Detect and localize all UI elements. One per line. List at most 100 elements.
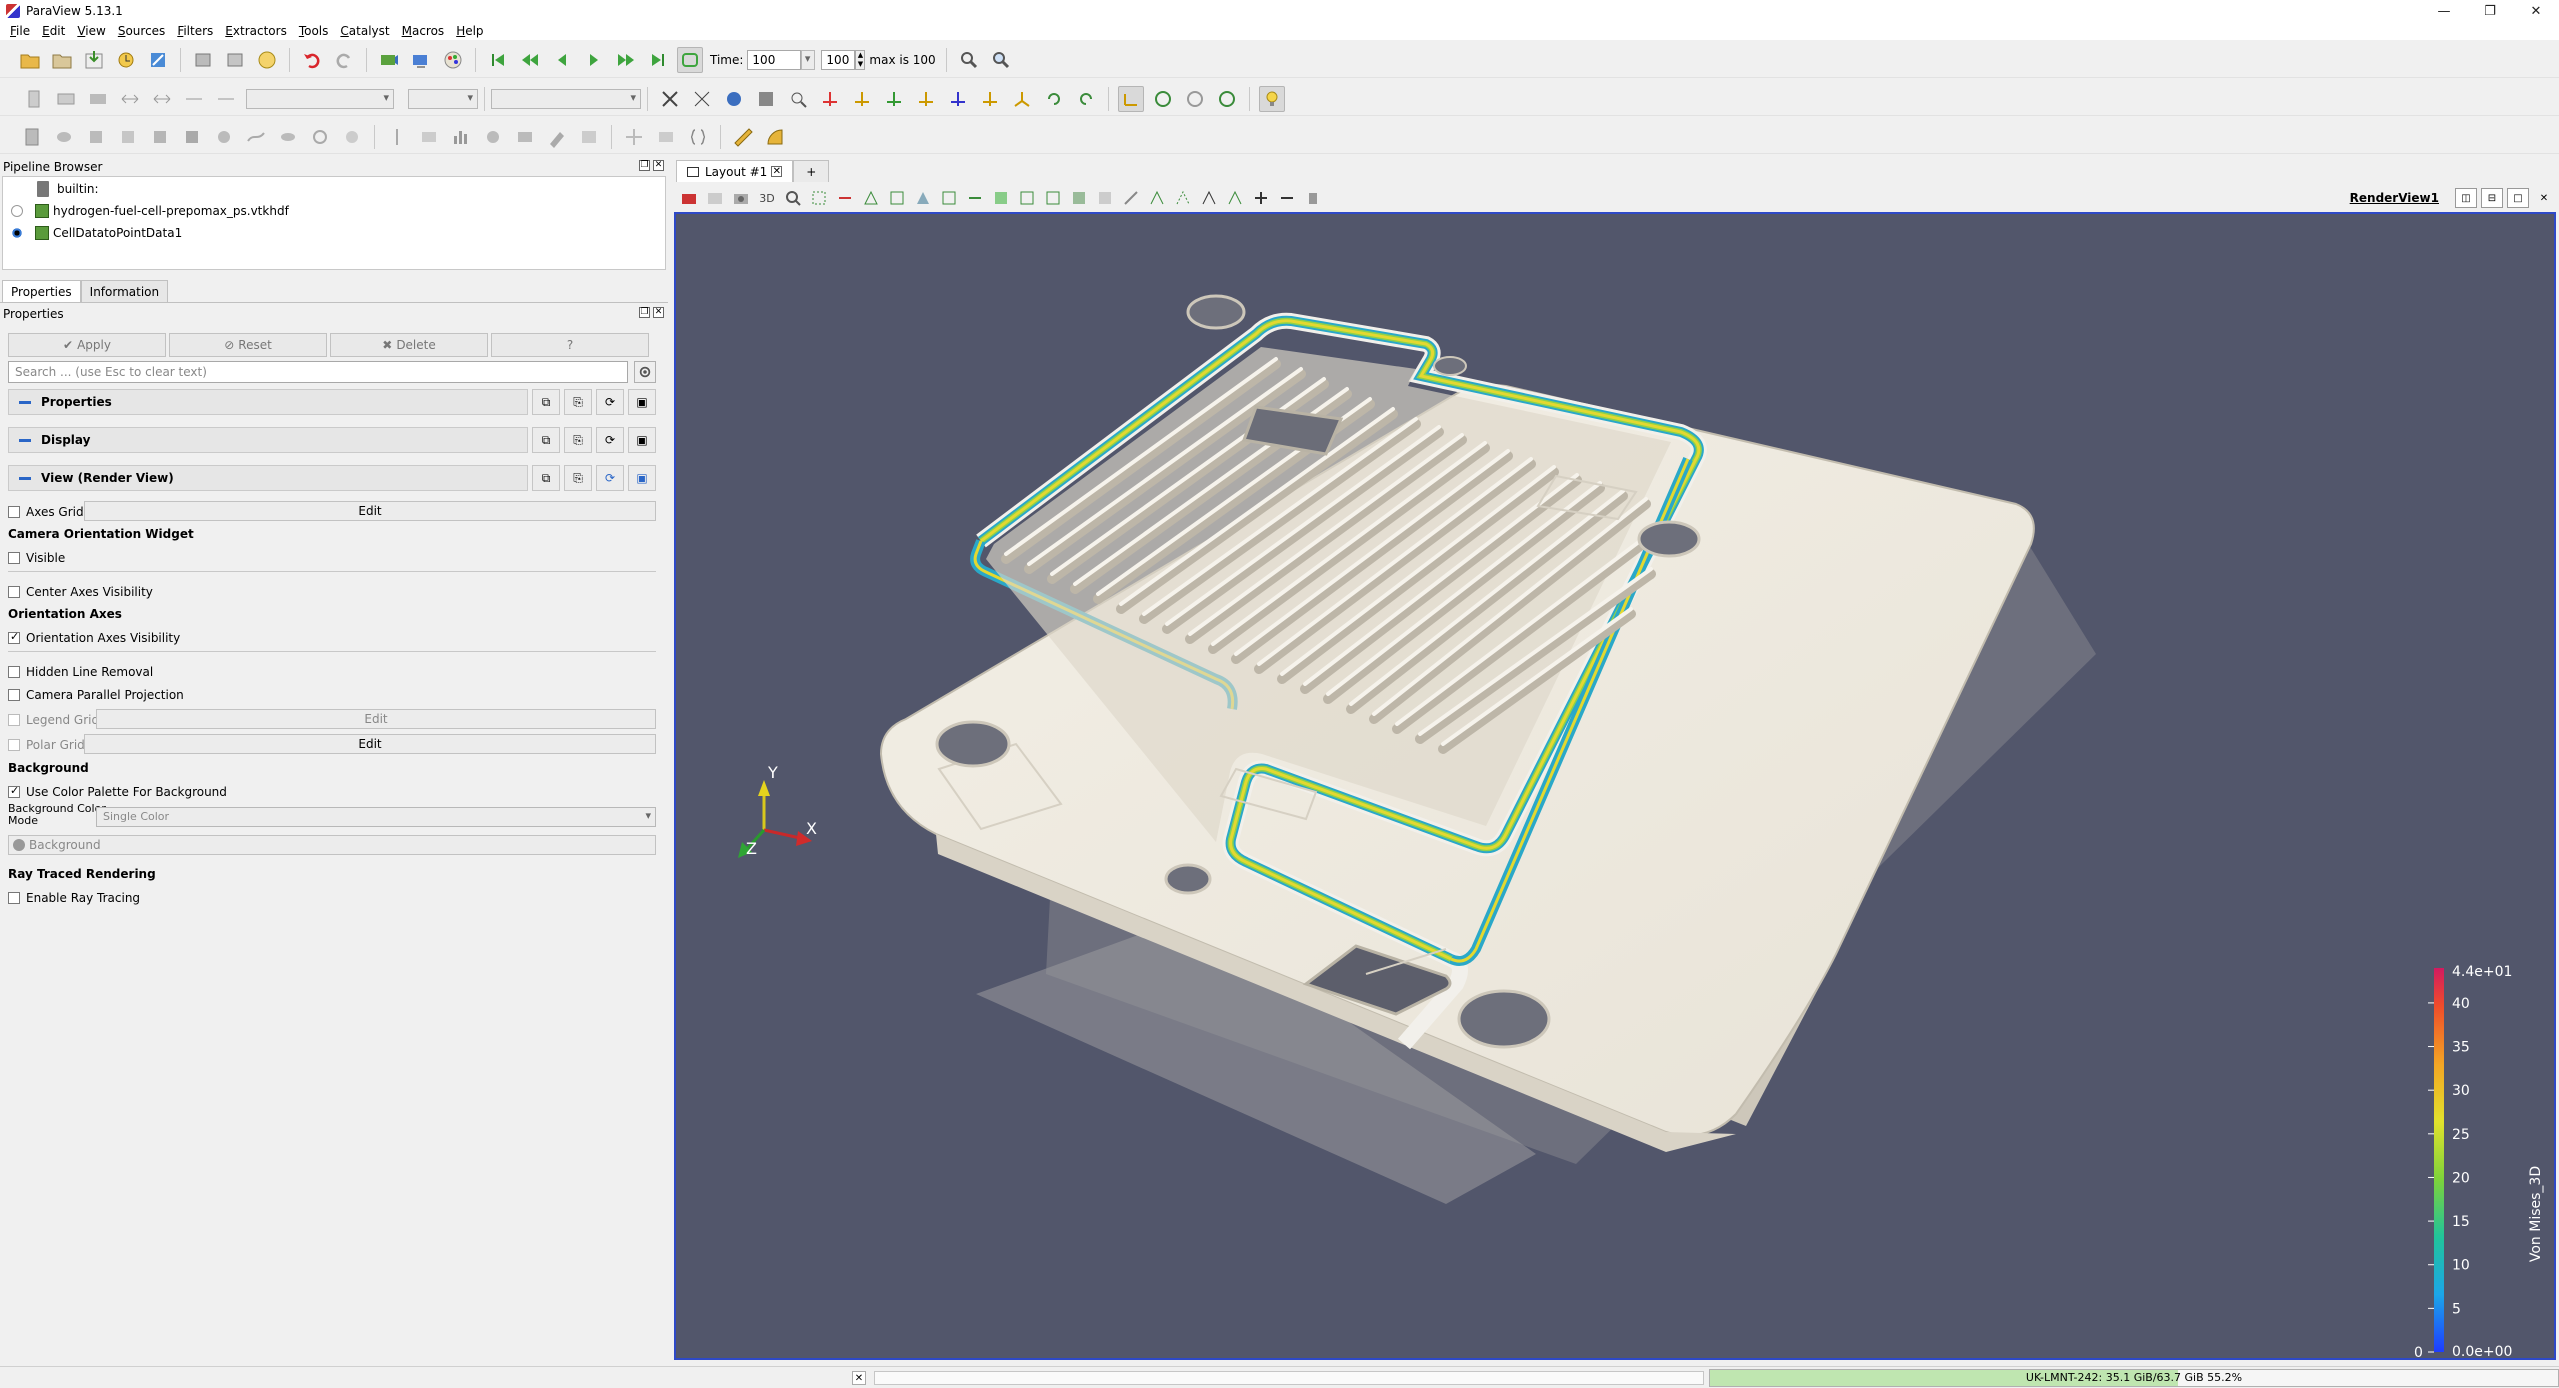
time-step-input[interactable]: 100	[821, 49, 856, 70]
connect-icon[interactable]	[145, 47, 171, 73]
menu-sources[interactable]: Sources	[112, 24, 171, 38]
reset-camera-icon[interactable]	[657, 86, 683, 112]
ruler-mini-icon[interactable]	[1120, 187, 1142, 209]
minimize-button[interactable]: —	[2421, 0, 2467, 22]
time-input[interactable]: 100	[747, 49, 802, 70]
server-icon[interactable]	[222, 47, 248, 73]
rotate-minus-90-icon[interactable]	[1073, 86, 1099, 112]
bg-mode-select[interactable]: Single Color	[96, 807, 656, 827]
tab-properties[interactable]: Properties	[2, 280, 81, 302]
rescale-range-icon[interactable]	[181, 86, 207, 112]
split-vertical-icon[interactable]: ⊟	[2481, 188, 2503, 208]
gear-icon[interactable]	[634, 361, 656, 383]
save-icon[interactable]: ▣	[628, 427, 656, 453]
previous-frame-icon[interactable]	[517, 47, 543, 73]
select-dashed-icon[interactable]	[1172, 187, 1194, 209]
minus-icon[interactable]	[1276, 187, 1298, 209]
braces-icon[interactable]	[685, 124, 711, 150]
reverse-play-icon[interactable]	[549, 47, 575, 73]
camera-undo-icon[interactable]	[376, 47, 402, 73]
axes-grid-edit-button[interactable]: Edit	[84, 501, 656, 521]
copy-icon[interactable]: ⧉	[532, 427, 560, 453]
recent-files-icon[interactable]	[49, 47, 75, 73]
histogram-icon[interactable]	[448, 124, 474, 150]
use-palette-checkbox[interactable]	[8, 784, 20, 798]
refresh-icon[interactable]: ⟳	[596, 427, 624, 453]
plot-line-icon[interactable]	[416, 124, 442, 150]
view-plus-z-icon[interactable]	[945, 86, 971, 112]
clip-icon[interactable]	[83, 124, 109, 150]
view-3d-toggle[interactable]: 3D	[756, 187, 778, 209]
rescale-data-icon[interactable]	[213, 86, 239, 112]
reset-camera-closest-icon[interactable]	[689, 86, 715, 112]
memory-indicator[interactable]: UK-LMNT-242: 35.1 GiB/63.7 GiB 55.2%	[1709, 1369, 2559, 1387]
copy-icon[interactable]: ⧉	[532, 389, 560, 415]
trash-icon[interactable]	[1302, 187, 1324, 209]
component-dropdown[interactable]	[408, 88, 478, 109]
paste-icon[interactable]: ⎘	[564, 427, 592, 453]
copy-icon[interactable]: ⧉	[532, 465, 560, 491]
plot-over-time-icon[interactable]	[480, 124, 506, 150]
close-view-icon[interactable]: ✕	[2533, 188, 2555, 208]
extract-subset-icon[interactable]	[179, 124, 205, 150]
tab-information[interactable]: Information	[80, 280, 169, 302]
legend-grid-checkbox[interactable]	[8, 714, 20, 726]
protractor-icon[interactable]	[762, 124, 788, 150]
legend-grid-edit-button[interactable]: Edit	[96, 709, 656, 729]
first-frame-icon[interactable]	[485, 47, 511, 73]
view-minus-x-icon[interactable]	[849, 86, 875, 112]
zoom-box-icon[interactable]	[782, 187, 804, 209]
grow-selection-icon[interactable]	[1016, 187, 1038, 209]
polar-grid-checkbox[interactable]	[8, 739, 20, 751]
close-dock-icon[interactable]: ✕	[653, 160, 664, 171]
delete-button[interactable]: ✖ Delete	[330, 333, 488, 357]
pipeline-item-filter[interactable]: CellDatatoPointData1	[11, 223, 182, 243]
view-minus-z-icon[interactable]	[977, 86, 1003, 112]
color-array-dropdown[interactable]	[246, 88, 394, 109]
pick-center-icon[interactable]	[1214, 86, 1240, 112]
show-orientation-axes-icon[interactable]	[1118, 85, 1144, 112]
undo-icon[interactable]	[299, 47, 325, 73]
maximize-view-icon[interactable]: □	[2507, 188, 2529, 208]
group-icon[interactable]	[307, 124, 333, 150]
reset-center-icon[interactable]	[1182, 86, 1208, 112]
select-points-icon[interactable]	[834, 187, 856, 209]
color-map-editor-icon[interactable]	[21, 86, 47, 112]
find-data-icon[interactable]	[956, 47, 982, 73]
save-icon[interactable]: ▣	[628, 389, 656, 415]
tab-layout-1[interactable]: Layout #1 ✕	[676, 160, 794, 182]
add-layout-tab[interactable]: +	[793, 160, 830, 182]
menu-view[interactable]: View	[71, 24, 111, 38]
close-output-icon[interactable]: ✕	[852, 1371, 866, 1385]
close-button[interactable]: ✕	[2513, 0, 2559, 22]
select-linked-icon[interactable]	[1146, 187, 1168, 209]
apply-button[interactable]: ✔ Apply	[8, 333, 166, 357]
refresh-icon[interactable]: ⟳	[596, 465, 624, 491]
time-dropdown[interactable]	[801, 49, 816, 70]
rescale-temporal-icon[interactable]	[149, 86, 175, 112]
python-calculator-icon[interactable]	[544, 124, 570, 150]
maximize-button[interactable]: ❐	[2467, 0, 2513, 22]
stream-tracer-icon[interactable]	[243, 124, 269, 150]
annotate-time-icon[interactable]	[653, 124, 679, 150]
visible-checkbox[interactable]	[8, 552, 20, 564]
slice-icon[interactable]	[115, 124, 141, 150]
camera-redo-icon[interactable]	[408, 47, 434, 73]
ruler-icon[interactable]	[730, 124, 756, 150]
close-dock-icon[interactable]: ✕	[653, 307, 664, 318]
select-polygon-icon[interactable]	[912, 187, 934, 209]
reset-button[interactable]: ⊘ Reset	[169, 333, 327, 357]
axes-grid-checkbox[interactable]	[8, 506, 20, 518]
select-frustum-icon[interactable]	[860, 187, 882, 209]
zoom-to-box-icon[interactable]	[753, 86, 779, 112]
background-color-button[interactable]: Background	[8, 835, 656, 855]
capture-camera-icon[interactable]	[678, 187, 700, 209]
glyph-icon[interactable]	[211, 124, 237, 150]
plus-icon[interactable]	[1250, 187, 1272, 209]
integrate-icon[interactable]	[576, 124, 602, 150]
menu-filters[interactable]: Filters	[171, 24, 219, 38]
orientation-visibility-checkbox[interactable]	[8, 630, 20, 644]
isometric-view-icon[interactable]	[1009, 86, 1035, 112]
paste-icon[interactable]: ⎘	[564, 465, 592, 491]
rescale-visible-icon[interactable]	[117, 86, 143, 112]
